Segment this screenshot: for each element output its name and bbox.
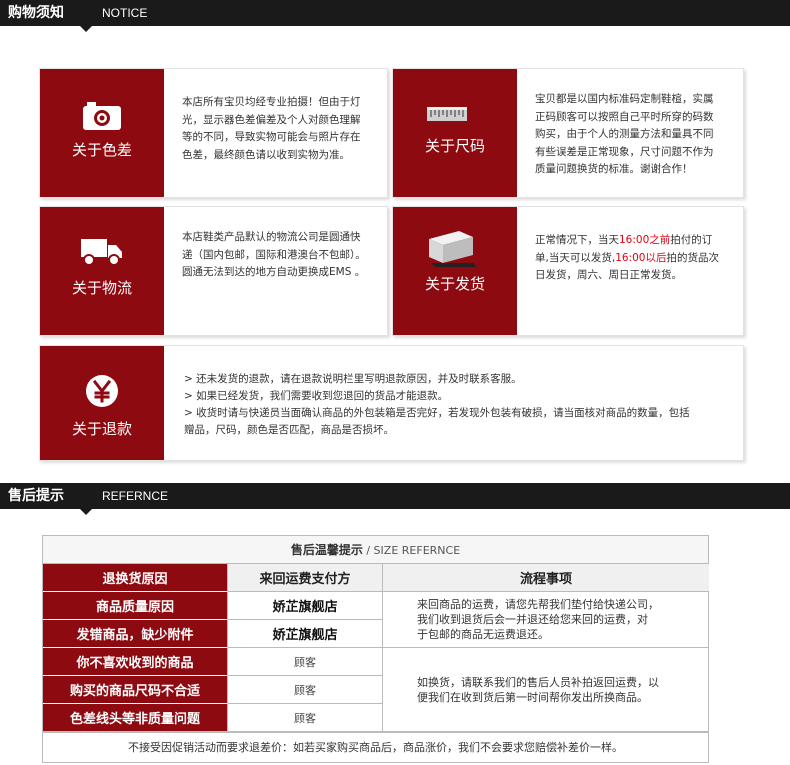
camera-icon [83,102,121,130]
card-refund-label: 关于退款 [71,420,132,438]
table-row-reason: 你不喜欢收到的商品 [43,648,228,676]
header-reason: 退换货原因 [43,564,228,592]
card-refund-text: > 还未发货的退款，请在退款说明栏里写明退款原因，并及时联系客服。 > 如果已经… [184,373,690,436]
table-row-reason: 购买的商品尺码不合适 [43,676,228,704]
table-row-reason: 商品质量原因 [43,592,228,620]
card-logistics: 关于物流 本店鞋类产品默认的物流公司是圆通快 递（国内包邮，国际和港澳台不包邮）… [39,206,388,336]
after-sales-table: 售后温馨提示 / SIZE REFERNCE 退换货原因 来回运费支付方 流程事… [42,535,709,763]
card-color-text: 本店所有宝贝均经专业拍摄！但由于灯 光，显示器色差偏差及个人对颜色理解 等的不同… [182,96,361,161]
table-row-payer: 顾客 [228,676,383,704]
yen-icon [86,375,118,407]
card-color: 关于色差 本店所有宝贝均经专业拍摄！但由于灯 光，显示器色差偏差及个人对颜色理解… [39,68,388,198]
notice-title: 购物须知 [0,0,78,26]
process-customer: 如换货，请联系我们的售后人员补拍返回运费，以 便我们在收到货后第一时间帮你发出所… [383,648,709,732]
truck-icon [81,239,122,266]
notice-header-bar: 购物须知 NOTICE [0,0,790,32]
table-row-reason: 发错商品，缺少附件 [43,620,228,648]
card-color-label: 关于色差 [71,141,132,159]
card-logistics-text: 本店鞋类产品默认的物流公司是圆通快 递（国内包邮，国际和港澳台不包邮）。 圆通无… [182,231,366,278]
box-icon [429,231,477,267]
table-row-payer: 顾客 [228,704,383,732]
table-caption: 售后温馨提示 / SIZE REFERNCE [43,536,708,564]
header-process: 流程事项 [383,564,709,592]
process-store: 来回商品的运费，请您先帮我们垫付给快递公司， 我们收到退货后会一并退还给您来回的… [383,592,709,648]
header-payer: 来回运费支付方 [228,564,383,592]
table-row-payer: 娇芷旗舰店 [228,620,383,648]
table-footer-note: 不接受因促销活动而要求退差价：如若买家购买商品后，商品涨价，我们不会要求您赔偿补… [43,732,708,762]
card-shipping-label: 关于发货 [424,275,485,293]
ruler-icon [427,107,467,121]
notice-subtitle: NOTICE [102,6,148,20]
card-size: 关于尺码 宝贝都是以国内标准码定制鞋楦，实属 正码顾客可以按照自己平时所穿的码数… [392,68,744,198]
card-shipping: 关于发货 正常情况下，当天16:00之前拍付的订 单,当天可以发货,16:00以… [392,206,744,336]
card-size-text: 宝贝都是以国内标准码定制鞋楦，实属 正码顾客可以按照自己平时所穿的码数 购买，由… [535,93,714,175]
after-sales-title: 售后提示 [0,483,78,509]
card-shipping-text: 正常情况下，当天16:00之前拍付的订 单,当天可以发货,16:00以后拍的货品… [535,234,719,281]
card-size-label: 关于尺码 [424,137,485,155]
card-logistics-label: 关于物流 [71,279,132,297]
card-refund: 关于退款 > 还未发货的退款，请在退款说明栏里写明退款原因，并及时联系客服。 >… [39,345,744,461]
table-row-reason: 色差线头等非质量问题 [43,704,228,732]
after-sales-subtitle: REFERNCE [102,489,169,503]
table-row-payer: 娇芷旗舰店 [228,592,383,620]
after-sales-header-bar: 售后提示 REFERNCE [0,483,790,515]
table-row-payer: 顾客 [228,648,383,676]
